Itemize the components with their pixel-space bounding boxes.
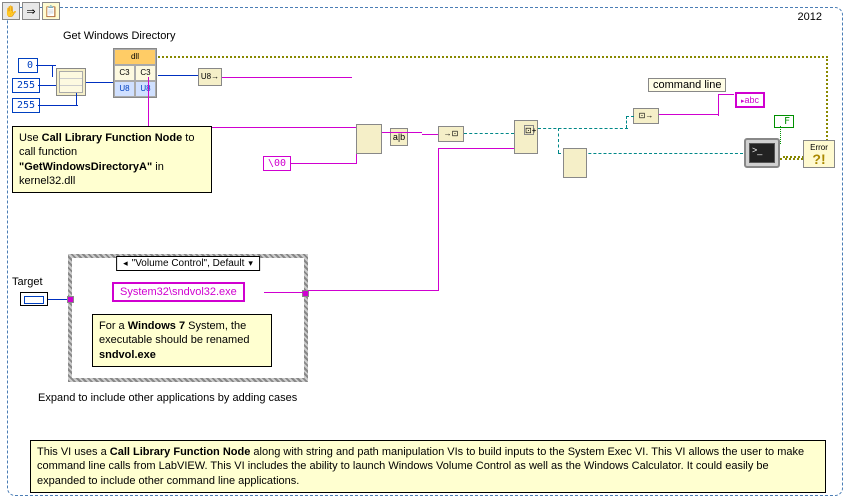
cln-header: dll — [114, 49, 156, 65]
case-structure[interactable]: ◂ "Volume Control", Default ▾ System32\s… — [68, 254, 308, 382]
wire — [718, 94, 734, 95]
expand-note-label: Expand to include other applications by … — [38, 392, 297, 404]
wire — [222, 77, 352, 78]
section-label-getwindir: Get Windows Directory — [63, 30, 175, 42]
tool-palette: ✋ ⇒ 📋 — [2, 2, 60, 20]
wire — [308, 290, 438, 291]
path-to-string-node[interactable]: ⊡→ — [633, 108, 659, 124]
probe-tool-icon[interactable]: 📋 — [42, 2, 60, 20]
wire — [52, 65, 53, 77]
case-selector-text: "Volume Control", Default — [132, 258, 245, 269]
wire-path — [558, 128, 559, 153]
case-prev-icon[interactable]: ◂ — [121, 258, 130, 269]
wire — [422, 134, 438, 135]
wire — [86, 82, 113, 83]
wire-bool — [780, 126, 781, 144]
boolean-constant-false[interactable]: F — [774, 115, 794, 128]
string-subset-node[interactable]: a|b — [390, 128, 408, 146]
wire — [76, 93, 77, 105]
hand-tool-icon[interactable]: ✋ — [2, 2, 20, 20]
target-label: Target — [12, 276, 43, 288]
cln-param: U8 — [135, 81, 156, 97]
numeric-constant-zero[interactable]: 0 — [18, 58, 38, 73]
error-out-indicator[interactable]: Error ?! — [803, 140, 835, 168]
wire — [718, 94, 719, 116]
wire — [38, 85, 56, 86]
wire-path — [538, 128, 628, 129]
numeric-constant-255a[interactable]: 255 — [12, 78, 40, 93]
terminal-icon — [749, 143, 775, 163]
arrow-tool-icon[interactable]: ⇒ — [22, 2, 40, 20]
concat-strings-node[interactable] — [563, 148, 587, 178]
initialize-array-node[interactable] — [56, 68, 86, 96]
call-library-function-node[interactable]: dll C3 C3 U8 U8 — [113, 48, 157, 98]
note-footer: This VI uses a Call Library Function Nod… — [30, 440, 826, 493]
error-glyph-icon: ?! — [812, 152, 825, 166]
labview-version-label: 2012 — [798, 11, 822, 23]
note-win7: For a Windows 7 System, the executable s… — [92, 314, 272, 367]
wire-path — [626, 116, 634, 117]
cln-param: U8 — [114, 81, 135, 97]
wire — [38, 105, 78, 106]
command-line-indicator[interactable]: ▸abc — [735, 92, 765, 108]
numeric-constant-255b[interactable]: 255 — [12, 98, 40, 113]
wire — [382, 132, 422, 133]
build-path-icon: ⊡+ — [524, 125, 534, 135]
wire — [36, 65, 56, 66]
case-input-tunnel — [67, 296, 74, 303]
system-exec-node[interactable] — [744, 138, 780, 168]
case-selector[interactable]: ◂ "Volume Control", Default ▾ — [116, 256, 260, 271]
string-constant-sndvol[interactable]: System32\sndvol32.exe — [112, 282, 245, 302]
string-to-path-node[interactable]: →⊡ — [438, 126, 464, 142]
note-kernel32: Use Call Library Function Node to call f… — [12, 126, 212, 193]
command-line-label: command line — [648, 78, 726, 92]
wire — [438, 148, 514, 149]
block-diagram-frame: 2012 Get Windows Directory 0 255 255 dll… — [7, 7, 843, 496]
wire — [264, 292, 308, 293]
wire-error — [780, 158, 803, 160]
wire — [438, 148, 439, 291]
wire-path — [464, 133, 514, 134]
search-split-string-node[interactable] — [356, 124, 382, 154]
byte-array-to-string-node[interactable]: U8→ — [198, 68, 222, 86]
case-next-icon[interactable]: ▾ — [246, 258, 255, 269]
wire — [148, 77, 149, 127]
wire-error — [158, 56, 828, 58]
string-constant-null[interactable]: \00 — [263, 156, 291, 171]
wire — [158, 75, 198, 76]
indicator-text: abc — [745, 95, 760, 105]
target-control-terminal[interactable] — [20, 292, 48, 306]
wire-path — [626, 116, 627, 128]
wire — [659, 114, 719, 115]
cln-param: C3 — [135, 65, 156, 81]
wire — [48, 299, 68, 300]
cln-param: C3 — [114, 65, 135, 81]
wire — [291, 163, 356, 164]
